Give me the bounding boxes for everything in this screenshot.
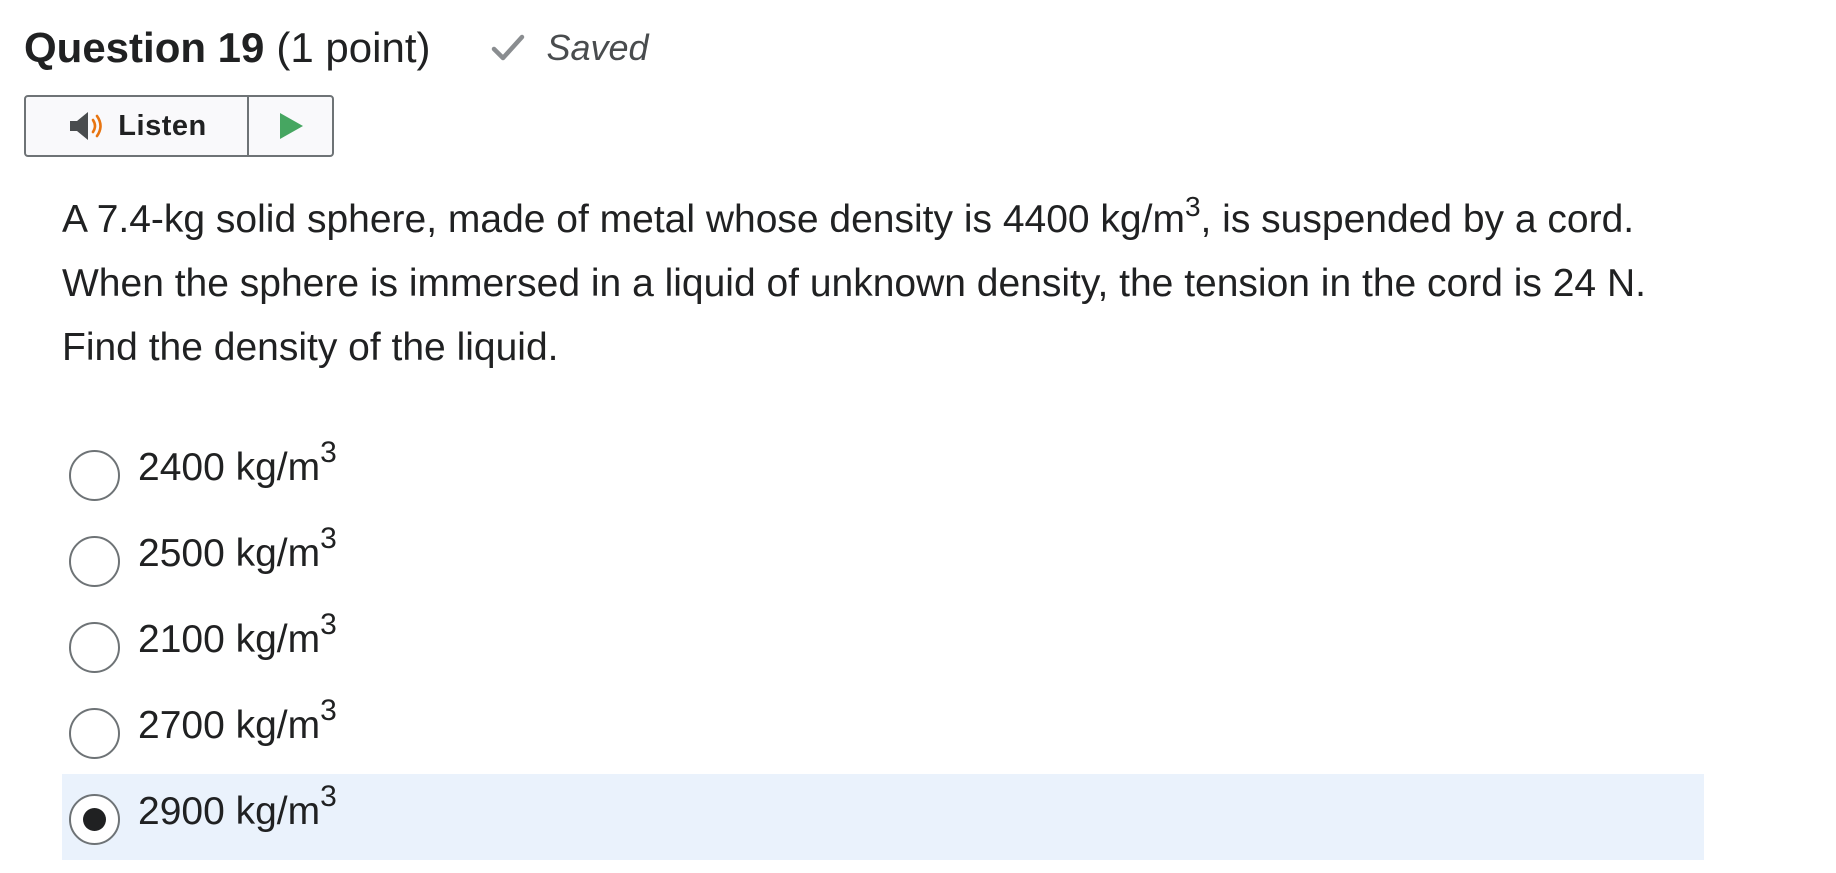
answer-option-exponent: 3 [320, 694, 337, 727]
answer-option-label: 2700 kg/m3 [138, 696, 337, 750]
checkmark-icon [488, 28, 528, 68]
answer-option-exponent: 3 [320, 780, 337, 813]
saved-status-label: Saved [546, 27, 649, 68]
answer-option-value: 2500 kg/m [138, 532, 321, 575]
answer-option-value: 2400 kg/m [138, 446, 321, 489]
answer-options: 2400 kg/m3 2500 kg/m3 2100 kg/m3 2700 kg… [62, 430, 1704, 860]
answer-option-exponent: 3 [320, 522, 337, 555]
listen-button[interactable]: Listen [26, 97, 249, 155]
answer-option-label: 2900 kg/m3 [138, 782, 337, 836]
answer-option-label: 2100 kg/m3 [138, 610, 337, 664]
answer-option[interactable]: 2500 kg/m3 [62, 516, 1704, 602]
question-stem: A 7.4-kg solid sphere, made of metal who… [62, 188, 1712, 380]
question-title: Question 19 [24, 24, 265, 71]
play-icon [277, 111, 305, 141]
radio-button[interactable] [69, 708, 120, 759]
question-stem-exponent: 3 [1184, 191, 1201, 222]
listen-toolbar: Listen [24, 95, 334, 157]
question-stem-text-1: A 7.4-kg solid sphere, made of metal who… [62, 198, 1185, 241]
play-button[interactable] [249, 97, 332, 155]
question-header: Question 19 (1 point) Saved [24, 20, 649, 76]
answer-option-label: 2400 kg/m3 [138, 438, 337, 492]
answer-option[interactable]: 2400 kg/m3 [62, 430, 1704, 516]
answer-option-value: 2100 kg/m [138, 618, 321, 661]
radio-button[interactable] [69, 536, 120, 587]
answer-option-exponent: 3 [320, 608, 337, 641]
radio-button[interactable] [69, 450, 120, 501]
answer-option-value: 2900 kg/m [138, 790, 321, 833]
answer-option-label: 2500 kg/m3 [138, 524, 337, 578]
answer-option-selected[interactable]: 2900 kg/m3 [62, 774, 1704, 860]
quiz-question-page: Question 19 (1 point) Saved Listen A 7.4… [0, 0, 1836, 873]
answer-option[interactable]: 2100 kg/m3 [62, 602, 1704, 688]
answer-option[interactable]: 2700 kg/m3 [62, 688, 1704, 774]
radio-dot [83, 808, 106, 831]
radio-button-checked[interactable] [69, 794, 120, 845]
question-points: (1 point) [276, 24, 431, 71]
saved-status: Saved [488, 27, 649, 69]
answer-option-value: 2700 kg/m [138, 704, 321, 747]
radio-button[interactable] [69, 622, 120, 673]
speaker-icon [66, 109, 110, 143]
listen-label: Listen [118, 109, 207, 142]
answer-option-exponent: 3 [320, 436, 337, 469]
